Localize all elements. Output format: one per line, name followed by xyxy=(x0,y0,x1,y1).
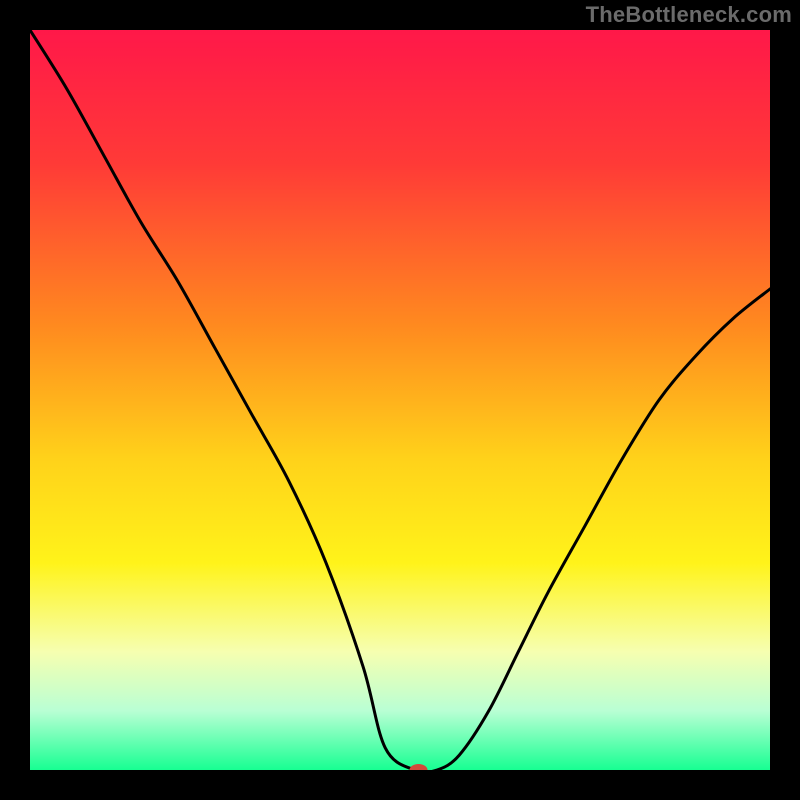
chart-frame: TheBottleneck.com xyxy=(0,0,800,800)
plot-area xyxy=(30,30,770,770)
watermark-text: TheBottleneck.com xyxy=(586,2,792,28)
bottleneck-chart xyxy=(30,30,770,770)
